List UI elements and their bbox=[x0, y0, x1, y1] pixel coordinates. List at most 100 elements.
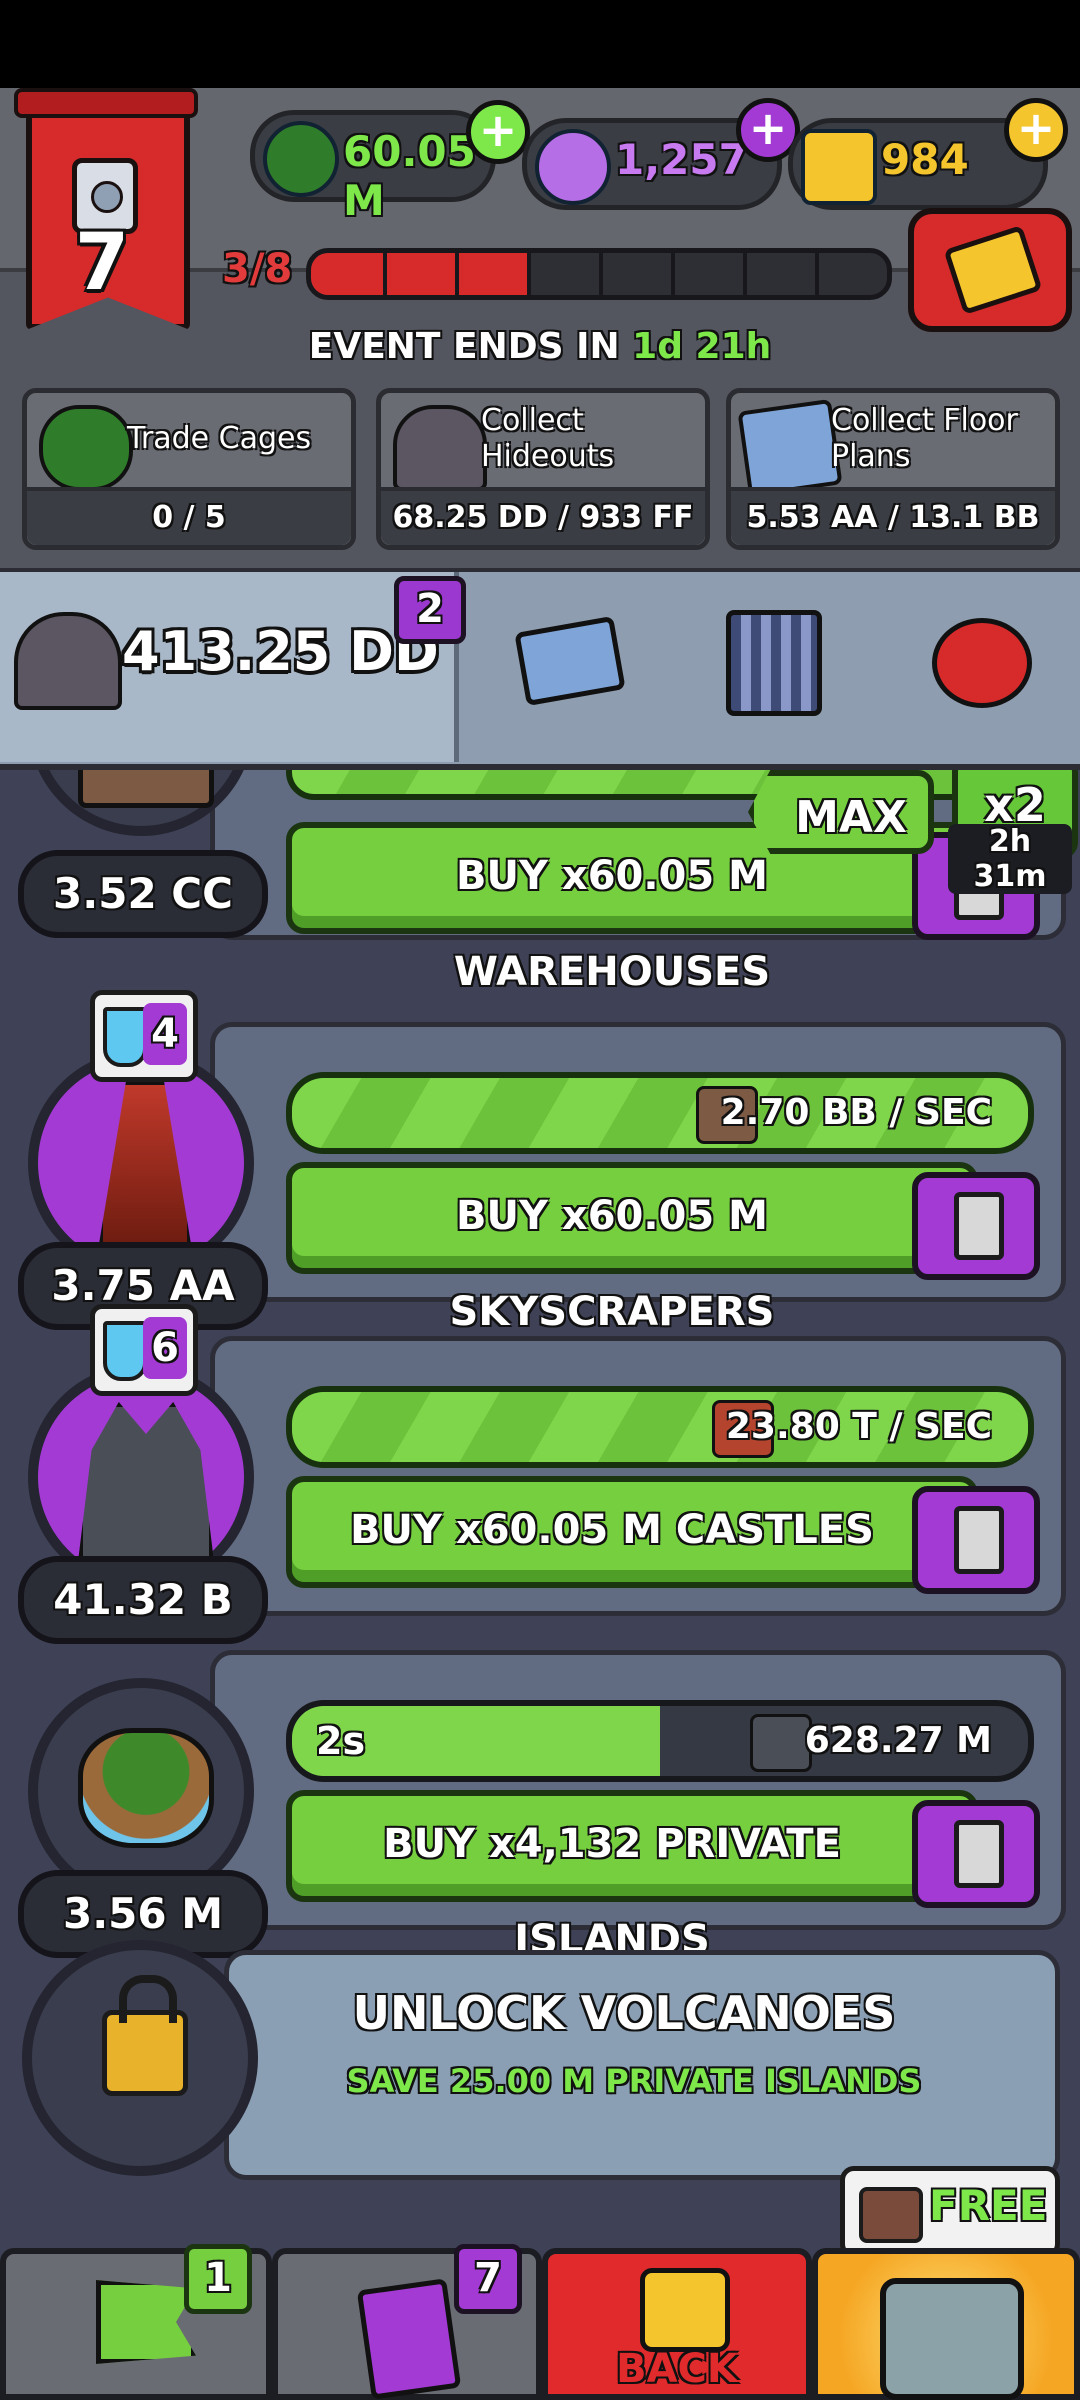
level-reward-button[interactable] bbox=[908, 208, 1072, 332]
unlock-subtitle: SAVE 25.00 M PRIVATE ISLANDS bbox=[346, 2062, 922, 2100]
buy-button-label: BUY x60.05 M WAREHOUSES bbox=[453, 853, 771, 995]
progress-segment-divider bbox=[743, 253, 747, 295]
locked-building-circle bbox=[22, 1940, 258, 2176]
production-timer: 2s bbox=[316, 1719, 366, 1763]
research-level: 4 bbox=[143, 1003, 187, 1065]
warehouse-icon bbox=[78, 770, 214, 808]
event-task-collect-hideouts[interactable]: Collect Hideouts 68.25 DD / 933 FF bbox=[376, 388, 710, 550]
production-amount: 628.27 M bbox=[804, 1720, 992, 1761]
gold-bars-icon bbox=[801, 129, 877, 205]
production-bar: 2.70 BB / SEC bbox=[286, 1072, 1034, 1154]
cash-pill[interactable]: 60.05 M bbox=[250, 110, 496, 225]
research-badge[interactable]: 4 bbox=[90, 990, 198, 1082]
building-cost: 41.32 B bbox=[18, 1556, 268, 1644]
tab-floor-plans[interactable] bbox=[474, 592, 664, 732]
nav-chest-button[interactable] bbox=[812, 2248, 1080, 2400]
card-icon[interactable] bbox=[912, 1800, 1040, 1908]
gold-value: 984 bbox=[881, 135, 969, 184]
event-countdown: EVENT ENDS IN 1d 21h bbox=[0, 326, 1080, 367]
private-island-icon bbox=[78, 1728, 214, 1848]
building-cost: 3.52 CC bbox=[18, 850, 268, 938]
event-task-trade-cages[interactable]: Trade Cages 0 / 5 bbox=[22, 388, 356, 550]
add-cash-button[interactable]: + bbox=[466, 100, 530, 164]
progress-segment-divider bbox=[527, 253, 531, 295]
level-progress-bar bbox=[306, 248, 892, 300]
level-progress-fill bbox=[311, 253, 527, 295]
castle-icon bbox=[78, 1402, 214, 1562]
max-buy-button[interactable]: MAX bbox=[748, 770, 934, 854]
flask-icon bbox=[103, 1007, 147, 1067]
event-task-name: Collect Hideouts bbox=[481, 403, 615, 474]
event-task-collect-floor-plans[interactable]: Collect Floor Plans 5.53 AA / 13.1 BB bbox=[726, 388, 1060, 550]
production-rate: 2.70 BB / SEC bbox=[720, 1092, 992, 1133]
tab-hideouts[interactable]: 413.25 DD bbox=[0, 572, 459, 762]
buy-button-label: BUY x60.05 M SKYSCRAPERS bbox=[449, 1193, 775, 1335]
padlock-icon bbox=[102, 1975, 188, 2096]
production-bar: 23.80 T / SEC bbox=[286, 1386, 1034, 1468]
event-countdown-prefix: EVENT ENDS IN bbox=[308, 326, 620, 367]
banner-rod bbox=[14, 88, 198, 118]
castle-icon bbox=[750, 1714, 812, 1772]
unlock-title: UNLOCK VOLCANOES bbox=[352, 1986, 896, 2040]
building-row-private-islands: 2s 628.27 M 3.56 M BUY x4,132 PRIVATE IS… bbox=[0, 1650, 1080, 1963]
elixir-value: 1,257 bbox=[615, 135, 748, 184]
buy-castles-button[interactable]: BUY x60.05 M CASTLES bbox=[286, 1476, 978, 1588]
status-bar bbox=[0, 0, 1080, 88]
building-row-skyscrapers: 4 2.70 BB / SEC 3.75 AA BUY x60.05 M SKY… bbox=[0, 990, 1080, 1335]
event-countdown-hours: 21h bbox=[695, 326, 772, 367]
back-label: BACK bbox=[616, 2346, 738, 2392]
event-countdown-days: 1d bbox=[632, 326, 683, 367]
dynamite-icon bbox=[859, 2187, 923, 2243]
gold-bars-laurel-icon bbox=[943, 224, 1043, 316]
buy-skyscrapers-button[interactable]: BUY x60.05 M SKYSCRAPERS bbox=[286, 1162, 978, 1335]
card-icon[interactable] bbox=[912, 1486, 1040, 1594]
buy-private-islands-button[interactable]: BUY x4,132 PRIVATE ISLANDS bbox=[286, 1790, 978, 1963]
flag-icon bbox=[96, 2280, 196, 2364]
progress-segment-divider bbox=[815, 253, 819, 295]
cards-icon bbox=[356, 2278, 462, 2400]
research-level: 6 bbox=[143, 1317, 187, 1379]
research-badge[interactable]: 6 bbox=[90, 1304, 198, 1396]
free-label: FREE bbox=[929, 2181, 1048, 2230]
cards-count: 7 bbox=[454, 2244, 522, 2314]
level-number: 7 bbox=[74, 218, 130, 308]
event-task-progress: 0 / 5 bbox=[27, 487, 351, 545]
level-banner[interactable]: 7 bbox=[14, 88, 198, 330]
purple-potion-icon bbox=[535, 129, 611, 205]
add-gold-button[interactable]: + bbox=[1004, 98, 1068, 162]
progress-segment-divider bbox=[671, 253, 675, 295]
tab-notification-badge: 2 bbox=[394, 576, 466, 644]
nav-back-button[interactable]: BACK bbox=[542, 2248, 812, 2400]
building-row-castles: 6 23.80 T / SEC 41.32 B BUY x60.05 M CAS… bbox=[0, 1304, 1080, 1644]
event-task-name: Collect Floor Plans bbox=[831, 403, 1018, 474]
red-alarm-button-icon bbox=[932, 618, 1032, 708]
buy-button-label: BUY x60.05 M CASTLES bbox=[350, 1507, 874, 1553]
progress-segment-divider bbox=[599, 253, 603, 295]
green-cash-icon bbox=[263, 121, 339, 197]
tab-alarm[interactable] bbox=[880, 592, 1070, 732]
production-rate: 23.80 T / SEC bbox=[725, 1406, 992, 1447]
floor-plan-icon bbox=[737, 398, 843, 498]
hideout-amount: 413.25 DD bbox=[122, 620, 439, 683]
event-task-progress: 5.53 AA / 13.1 BB bbox=[731, 487, 1055, 545]
hideout-icon bbox=[393, 405, 487, 491]
boost-timer: 2h 31m bbox=[948, 824, 1072, 894]
category-tabs: 413.25 DD 2 bbox=[0, 572, 1080, 770]
skyscraper-icon bbox=[98, 1080, 192, 1250]
fist-icon bbox=[640, 2268, 730, 2352]
progress-segment-divider bbox=[383, 253, 387, 295]
card-icon[interactable] bbox=[912, 1172, 1040, 1280]
tab-cages[interactable] bbox=[676, 592, 866, 732]
floor-plan-icon bbox=[514, 615, 626, 707]
level-progress-text: 3/8 bbox=[222, 246, 293, 292]
flask-icon bbox=[103, 1321, 147, 1381]
unlock-volcanoes-card[interactable]: UNLOCK VOLCANOES SAVE 25.00 M PRIVATE IS… bbox=[14, 1940, 1064, 2190]
event-task-progress: 68.25 DD / 933 FF bbox=[381, 487, 705, 545]
production-bar: 2s 628.27 M bbox=[286, 1700, 1034, 1782]
event-task-name: Trade Cages bbox=[127, 421, 312, 456]
progress-segment-divider bbox=[455, 253, 459, 295]
missions-count: 1 bbox=[184, 2244, 252, 2314]
hideout-icon bbox=[14, 612, 122, 710]
cage-monster-icon bbox=[39, 405, 133, 491]
bottom-nav: 1 7 BACK bbox=[0, 2240, 1080, 2400]
